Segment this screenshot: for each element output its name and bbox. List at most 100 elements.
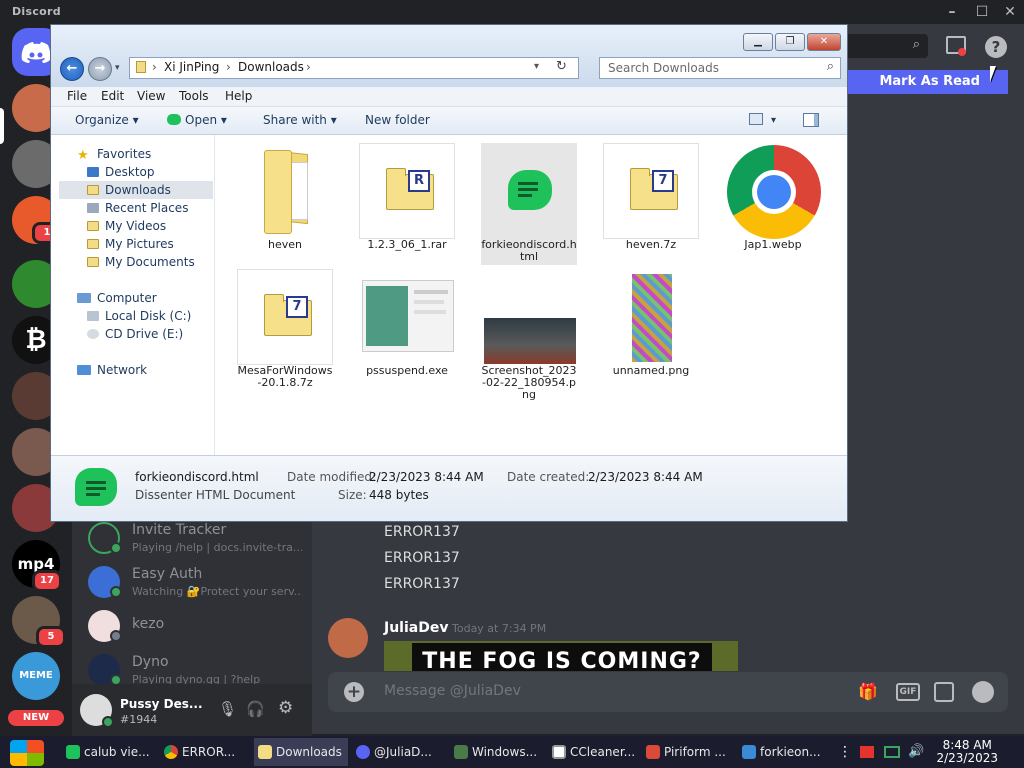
organize-button[interactable]: Organize ▾: [75, 113, 139, 127]
new-folder-button[interactable]: New folder: [365, 113, 430, 127]
breadcrumb-separator: ›: [306, 60, 311, 74]
file-item[interactable]: unnamed.png: [603, 269, 699, 377]
avatar[interactable]: [328, 618, 368, 658]
nav-desktop[interactable]: Desktop: [87, 163, 155, 181]
file-item[interactable]: 7 MesaForWindows-20.1.8.7z: [237, 269, 333, 389]
close-button[interactable]: ✕: [807, 33, 841, 51]
breadcrumb-item[interactable]: Xi JinPing: [164, 60, 219, 74]
taskbar-item-active[interactable]: Downloads: [254, 738, 348, 766]
breadcrumb-item[interactable]: Downloads: [238, 60, 304, 74]
add-attachment-icon[interactable]: +: [344, 682, 364, 702]
menu-view[interactable]: View: [137, 89, 165, 103]
restore-button[interactable]: ❐: [775, 33, 805, 51]
share-with-button[interactable]: Share with ▾: [263, 113, 337, 127]
member-item[interactable]: kezo: [86, 608, 306, 652]
open-button[interactable]: Open ▾: [167, 113, 227, 127]
file-item-selected[interactable]: forkieondiscord.html: [481, 143, 577, 265]
taskbar-item[interactable]: Windows...: [450, 738, 544, 766]
menu-tools[interactable]: Tools: [179, 89, 209, 103]
nav-my-pictures[interactable]: My Pictures: [87, 235, 174, 253]
task-label: Windows...: [472, 745, 538, 759]
taskbar-item[interactable]: @JuliaD...: [352, 738, 446, 766]
nav-computer[interactable]: Computer: [77, 289, 157, 307]
discord-titlebar: Discord – ☐ ✕: [0, 0, 1024, 24]
recent-pages-icon[interactable]: ▾: [115, 63, 120, 73]
nav-cd-drive[interactable]: CD Drive (E:): [87, 325, 183, 343]
dissenter-html-icon: [75, 468, 117, 506]
discord-app-title: Discord: [12, 5, 61, 18]
menu-edit[interactable]: Edit: [101, 89, 124, 103]
taskbar-item[interactable]: forkieon...: [738, 738, 832, 766]
headphones-icon[interactable]: 🎧: [246, 700, 265, 718]
taskbar-item[interactable]: calub vie...: [62, 738, 156, 766]
settings-gear-icon[interactable]: ⚙: [278, 698, 293, 718]
file-item[interactable]: heven: [237, 143, 333, 251]
change-view-icon[interactable]: [749, 113, 763, 125]
taskbar-item[interactable]: ERROR...: [160, 738, 250, 766]
maximize-icon[interactable]: ☐: [972, 2, 992, 22]
file-item[interactable]: pssuspend.exe: [359, 269, 455, 377]
task-label: Downloads: [276, 745, 342, 759]
dm-search-input[interactable]: ⌕: [848, 34, 928, 58]
nav-local-disk[interactable]: Local Disk (C:): [87, 307, 191, 325]
start-button[interactable]: [10, 740, 44, 766]
taskbar-item[interactable]: CCleaner...: [548, 738, 642, 766]
member-status: Watching 🔐Protect your serv...: [132, 585, 302, 598]
view-options-chevron-icon[interactable]: ▾: [771, 115, 776, 126]
folder-icon: [87, 239, 99, 249]
mark-as-read-button[interactable]: Mark As Read: [848, 70, 1008, 94]
nav-my-documents[interactable]: My Documents: [87, 253, 195, 271]
member-item[interactable]: Invite Tracker Playing /help | docs.invi…: [86, 520, 306, 564]
minimize-icon[interactable]: –: [942, 2, 962, 22]
7z-archive-icon: 7: [603, 143, 699, 239]
back-button[interactable]: ←: [60, 57, 84, 81]
volume-icon[interactable]: 🔊: [908, 744, 924, 759]
file-item[interactable]: Screenshot_2023-02-22_180954.png: [481, 269, 577, 401]
menu-help[interactable]: Help: [225, 89, 252, 103]
close-icon[interactable]: ✕: [1000, 2, 1020, 22]
taskbar-item[interactable]: Piriform ...: [642, 738, 736, 766]
dissenter-html-icon: [481, 143, 577, 239]
piriform-icon: [646, 745, 660, 759]
file-view: heven R 1.2.3_06_1.rar forkieondiscord.h…: [215, 135, 847, 455]
sticker-icon[interactable]: [934, 682, 954, 702]
emoji-icon[interactable]: [972, 681, 994, 703]
nav-downloads[interactable]: Downloads: [59, 181, 213, 199]
nav-label: My Pictures: [105, 237, 174, 251]
search-input[interactable]: Search Downloads ⌕: [599, 57, 841, 79]
nav-network[interactable]: Network: [77, 361, 147, 379]
chevron-down-icon[interactable]: ▾: [534, 61, 539, 72]
file-item[interactable]: R 1.2.3_06_1.rar: [359, 143, 455, 251]
nav-my-videos[interactable]: My Videos: [87, 217, 166, 235]
message-text: ERROR137: [384, 550, 460, 566]
forward-button[interactable]: →: [88, 57, 112, 81]
menu-file[interactable]: File: [67, 89, 87, 103]
file-item[interactable]: Jap1.webp: [725, 143, 821, 251]
archive-badge: 7: [652, 170, 674, 192]
minimize-button[interactable]: ▁: [743, 33, 773, 51]
network-icon: [77, 365, 91, 375]
breadcrumb-separator: ›: [152, 60, 157, 74]
preview-pane-icon[interactable]: [803, 113, 819, 127]
nav-favorites[interactable]: ★ Favorites: [77, 145, 151, 163]
details-pane: forkieondiscord.html Dissenter HTML Docu…: [51, 455, 847, 521]
file-name: heven: [268, 238, 302, 251]
help-icon[interactable]: ?: [985, 36, 1007, 58]
file-item[interactable]: 7 heven.7z: [603, 143, 699, 251]
server-meme[interactable]: MEME: [12, 652, 60, 700]
microphone-icon[interactable]: 🎙: [218, 700, 237, 718]
more-options-icon[interactable]: ⋮: [838, 744, 852, 760]
refresh-icon[interactable]: ↻: [556, 59, 567, 74]
flag-icon[interactable]: [860, 746, 874, 758]
member-item[interactable]: Easy Auth Watching 🔐Protect your serv...: [86, 564, 306, 608]
gif-button[interactable]: GIF: [896, 683, 920, 701]
message-author[interactable]: JuliaDev: [384, 620, 448, 636]
nav-recent-places[interactable]: Recent Places: [87, 199, 188, 217]
address-bar[interactable]: › Xi JinPing › Downloads › ▾ ↻: [129, 57, 579, 79]
meme-image[interactable]: THE FOG IS COMING?: [384, 641, 738, 671]
network-tray-icon[interactable]: [884, 746, 900, 758]
server-indicator: [0, 108, 4, 144]
message-composer[interactable]: + Message @JuliaDev 🎁 GIF: [328, 672, 1008, 712]
gift-icon[interactable]: 🎁: [858, 682, 878, 701]
system-clock[interactable]: 8:48 AM 2/23/2023: [936, 739, 998, 765]
